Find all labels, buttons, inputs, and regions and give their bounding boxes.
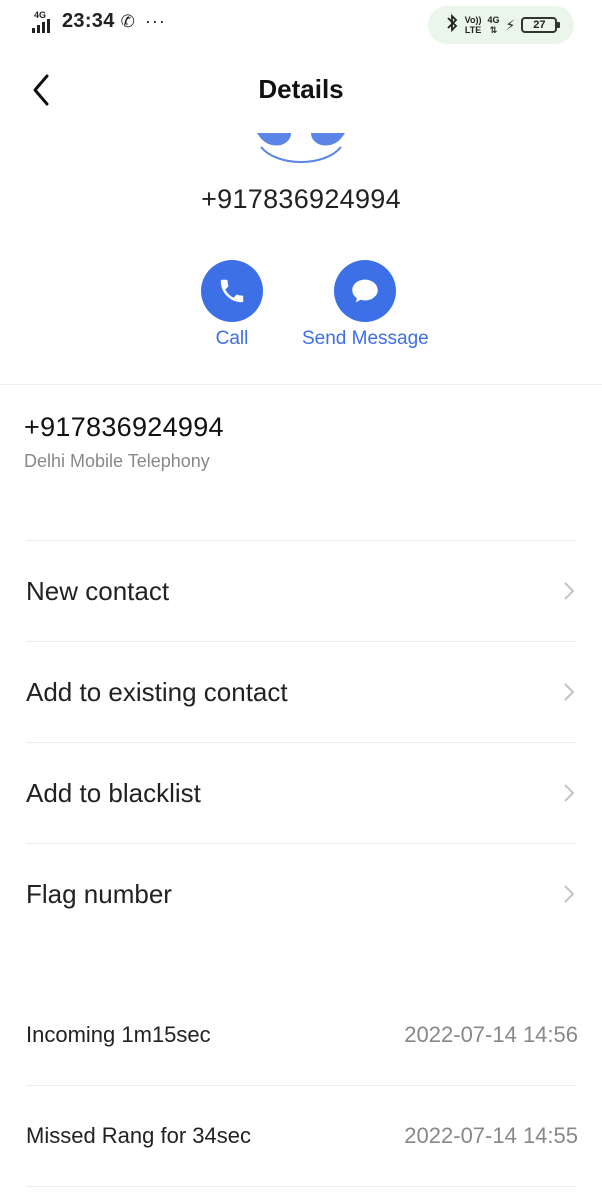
status-time: 23:34 (62, 10, 115, 32)
data-icon: 4G ⇅ (487, 15, 500, 35)
charging-icon: ⚡ (505, 16, 516, 33)
flag-number-item[interactable]: Flag number (26, 843, 576, 944)
status-bar: 4G 23:34 ✆ ··· Vo)) LTE 4G ⇅ ⚡ 27 (0, 0, 602, 46)
call-log-type: Missed Rang for 34sec (26, 1123, 251, 1148)
contact-avatar (257, 133, 345, 167)
chevron-right-icon (564, 683, 575, 701)
menu-item-label: Add to existing contact (26, 676, 288, 707)
add-to-existing-contact-item[interactable]: Add to existing contact (26, 641, 576, 742)
section-divider (0, 384, 602, 385)
header: Details (0, 60, 602, 120)
more-notifications-icon: ··· (144, 11, 166, 31)
status-left: 4G 23:34 ✆ ··· (32, 10, 166, 33)
chevron-right-icon (564, 885, 575, 903)
call-log-row: Incoming 1m15sec 2022-07-14 14:56 (26, 985, 578, 1085)
log-divider (26, 1186, 576, 1187)
call-label: Call (215, 328, 249, 349)
volte-icon: Vo)) LTE (464, 15, 482, 35)
menu-item-label: New contact (26, 575, 170, 606)
chevron-right-icon (564, 784, 575, 802)
number-value: +917836924994 (24, 412, 224, 442)
network-type: 4G (34, 9, 47, 20)
send-message-button[interactable]: Send Message (302, 260, 429, 350)
new-contact-item[interactable]: New contact (26, 540, 576, 641)
battery-icon: 27 (521, 17, 561, 33)
menu-item-label: Add to blacklist (26, 777, 201, 808)
number-info[interactable]: +917836924994 Delhi Mobile Telephony (24, 412, 224, 472)
signal-icon: 4G (32, 9, 56, 33)
call-button[interactable]: Call (201, 260, 263, 350)
call-icon: ✆ (120, 11, 135, 31)
chevron-right-icon (564, 582, 575, 600)
menu-item-label: Flag number (26, 878, 172, 909)
message-icon (334, 260, 397, 322)
page-title: Details (258, 74, 344, 104)
status-right: Vo)) LTE 4G ⇅ ⚡ 27 (428, 6, 574, 44)
bluetooth-icon (445, 13, 459, 37)
call-log-row: Missed Rang for 34sec 2022-07-14 14:55 (26, 1086, 578, 1186)
phone-icon (201, 260, 263, 322)
send-message-label: Send Message (302, 328, 429, 349)
carrier-label: Delhi Mobile Telephony (24, 451, 210, 471)
add-to-blacklist-item[interactable]: Add to blacklist (26, 742, 576, 843)
call-log-time: 2022-07-14 14:56 (404, 1022, 578, 1047)
contact-number-title: +917836924994 (201, 184, 401, 214)
call-log-time: 2022-07-14 14:55 (404, 1123, 578, 1148)
call-log-type: Incoming 1m15sec (26, 1022, 211, 1047)
